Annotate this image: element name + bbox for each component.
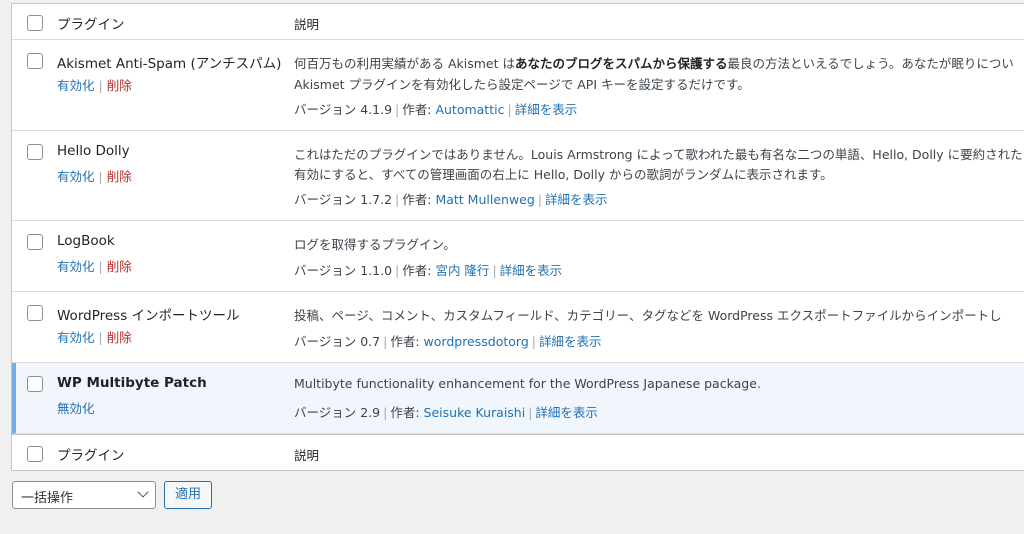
plugin-row-wp-multibyte-patch: WP Multibyte Patch 無効化 Multibyte functio… [12,363,1024,434]
activate-link[interactable]: 有効化 [57,169,95,184]
delete-link[interactable]: 削除 [107,330,132,345]
plugin-description-line2: 有効にすると、すべての管理画面の右上に Hello, Dolly からの歌詞がラ… [294,167,833,182]
activate-link[interactable]: 有効化 [57,330,95,345]
details-link[interactable]: 詳細を表示 [500,263,563,278]
author-link[interactable]: Automattic [435,102,504,117]
delete-link[interactable]: 削除 [107,169,132,184]
plugin-description: Multibyte functionality enhancement for … [294,376,761,391]
plugin-description: これはただのプラグインではありません。Louis Armstrong によって歌… [294,147,1023,162]
plugin-actions: 有効化 | 削除 [57,78,132,93]
plugin-description-line2: Akismet プラグインを有効化したら設定ページで API キーを設定するだけ… [294,77,750,92]
author-link[interactable]: Matt Mullenweg [435,192,534,207]
plugin-meta: バージョン 2.9 | 作者: Seisuke Kuraishi | 詳細を表示 [294,405,598,420]
details-link[interactable]: 詳細を表示 [539,334,602,349]
plugin-meta: バージョン 1.1.0 | 作者: 宮内 隆行 | 詳細を表示 [294,263,563,278]
plugin-description: 何百万もの利用実績がある Akismet はあなたのブログをスパムから保護する最… [294,56,1014,71]
delete-link[interactable]: 削除 [107,78,132,93]
plugin-checkbox[interactable] [27,53,43,69]
activate-link[interactable]: 有効化 [57,259,95,274]
plugin-checkbox[interactable] [27,234,43,250]
plugin-name: WordPress インポートツール [57,308,240,324]
details-link[interactable]: 詳細を表示 [545,192,608,207]
column-footer-plugin[interactable]: プラグイン [57,444,125,464]
activate-link[interactable]: 有効化 [57,78,95,93]
plugin-name: LogBook [57,233,115,249]
plugin-name: WP Multibyte Patch [57,375,207,391]
plugin-row-wordpress-importer: WordPress インポートツール 有効化 | 削除 投稿、ページ、コメント、カス… [12,292,1024,363]
plugin-checkbox[interactable] [27,376,43,392]
author-link[interactable]: wordpressdotorg [424,334,529,349]
bulk-actions-select[interactable]: 一括操作 [12,481,156,509]
plugins-table: プラグイン 説明 Akismet Anti-Spam (アンチスパム) 有効化 |… [11,3,1024,471]
plugin-name: Akismet Anti-Spam (アンチスパム) [57,56,282,72]
plugin-description: ログを取得するプラグイン。 [294,237,456,252]
deactivate-link[interactable]: 無効化 [57,401,95,416]
plugin-row-akismet: Akismet Anti-Spam (アンチスパム) 有効化 | 削除 何百万もの利… [12,40,1024,131]
column-header-plugin[interactable]: プラグイン [57,13,125,33]
author-link[interactable]: Seisuke Kuraishi [424,405,526,420]
plugin-checkbox[interactable] [27,305,43,321]
column-footer-description: 説明 [294,448,320,463]
plugin-row-logbook: LogBook 有効化 | 削除 ログを取得するプラグイン。 バージョン 1.1.0… [12,221,1024,292]
author-link[interactable]: 宮内 隆行 [435,263,489,278]
delete-link[interactable]: 削除 [107,259,132,274]
apply-button[interactable]: 適用 [164,481,212,509]
plugin-checkbox[interactable] [27,144,43,160]
column-header-description: 説明 [294,17,320,32]
plugin-description: 投稿、ページ、コメント、カスタムフィールド、カテゴリー、タグなどを WordPr… [294,308,1002,323]
plugin-meta: バージョン 0.7 | 作者: wordpressdotorg | 詳細を表示 [294,334,602,349]
plugin-row-hello-dolly: Hello Dolly 有効化 | 削除 これはただのプラグインではありません。Lo… [12,131,1024,221]
plugin-actions: 有効化 | 削除 [57,330,132,345]
chevron-down-icon [137,486,149,498]
table-header: プラグイン 説明 [12,4,1024,40]
select-all-checkbox[interactable] [27,15,43,31]
plugin-actions: 有効化 | 削除 [57,169,132,184]
bulk-actions-label: 一括操作 [21,491,74,506]
plugin-actions: 無効化 [57,398,95,417]
select-all-checkbox-footer[interactable] [27,446,43,462]
plugin-name: Hello Dolly [57,143,130,159]
plugin-meta: バージョン 4.1.9 | 作者: Automattic | 詳細を表示 [294,102,578,117]
plugin-meta: バージョン 1.7.2 | 作者: Matt Mullenweg | 詳細を表示 [294,192,608,207]
details-link[interactable]: 詳細を表示 [535,405,598,420]
table-footer: プラグイン 説明 [12,434,1024,470]
plugin-actions: 有効化 | 削除 [57,259,132,274]
details-link[interactable]: 詳細を表示 [515,102,578,117]
